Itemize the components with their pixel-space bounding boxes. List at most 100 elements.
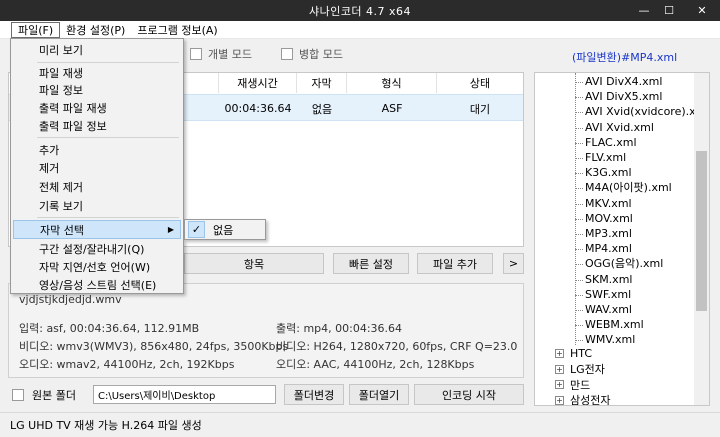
menu-bar: 파일(F) 환경 설정(P) 프로그램 정보(A) [0, 21, 720, 39]
tree-line [575, 142, 583, 144]
row-duration: 00:04:36.64 [224, 102, 292, 115]
menu-remove[interactable]: 제거 [13, 158, 181, 177]
tree-item[interactable]: FLAC.xml [585, 135, 637, 150]
menu-subtitle-select[interactable]: 자막 선택 ▶ [13, 220, 181, 239]
individual-mode-option[interactable]: 개별 모드 [190, 45, 252, 63]
tree-group[interactable]: + LG전자 [555, 362, 605, 377]
tree-item[interactable]: OGG(음악).xml [585, 256, 663, 271]
tree-item[interactable]: MOV.xml [585, 211, 633, 226]
menu-settings[interactable]: 환경 설정(P) [60, 22, 131, 38]
tree-item[interactable]: AVI DivX4.xml [585, 74, 662, 89]
tree-line [575, 325, 583, 327]
tree-item[interactable]: MP3.xml [585, 226, 632, 241]
tree-group[interactable]: + 삼성전자 [555, 393, 611, 406]
row-status: 대기 [469, 102, 491, 116]
tree-scrollbar[interactable] [694, 73, 709, 405]
menu-file[interactable]: 파일(F) [11, 21, 61, 38]
maximize-button[interactable]: ☐ [657, 0, 681, 21]
submenu-none[interactable]: 없음 [187, 221, 263, 238]
tree-item[interactable]: AVI DivX5.xml [585, 89, 662, 104]
info-video-out: 비디오: H264, 1280x720, 60fps, CRF Q=23.0 [276, 340, 518, 353]
menu-add[interactable]: 추가 [13, 140, 181, 159]
tree-item[interactable]: WAV.xml [585, 302, 632, 317]
tree-line [575, 97, 583, 99]
menu-stream-select[interactable]: 영상/음성 스트림 선택(E) [13, 275, 181, 294]
tree-line [575, 188, 583, 190]
title-bar: 샤나인코더 4.7 x64 — ☐ ✕ [0, 0, 720, 21]
tree-line [575, 158, 583, 159]
output-path-field[interactable]: C:\Users\제이비\Desktop [93, 385, 276, 404]
individual-mode-checkbox[interactable] [190, 48, 202, 60]
submenu-arrow-icon: ▶ [167, 225, 174, 234]
column-header-format[interactable]: 형식 [347, 73, 437, 93]
tree-item[interactable]: MP4.xml [585, 241, 632, 256]
expand-icon[interactable]: + [555, 395, 564, 405]
expand-icon[interactable]: + [555, 349, 564, 358]
expand-icon[interactable]: + [555, 364, 564, 374]
window-title: 샤나인코더 4.7 x64 [308, 4, 412, 18]
tree-group-label: 삼성전자 [570, 394, 611, 406]
menu-subtitle-delay[interactable]: 자막 지연/선호 언어(W) [13, 257, 181, 276]
tree-item[interactable]: FLV.xml [585, 150, 626, 165]
tree-item[interactable]: MKV.xml [585, 196, 632, 211]
start-encoding-button[interactable]: 인코딩 시작 [414, 384, 524, 405]
menu-play-output[interactable]: 출력 파일 재생 [13, 98, 181, 117]
tree-item[interactable]: AVI Xvid.xml [585, 120, 654, 135]
info-filename: vjdjstjkdjedjd.wmv [19, 293, 122, 306]
menu-file-info[interactable]: 파일 정보 [13, 80, 181, 99]
item-button[interactable]: 항목 [184, 253, 324, 274]
scrollbar-thumb[interactable] [696, 151, 707, 311]
info-video-in: 비디오: wmv3(WMV3), 856x480, 24fps, 3500Kbp… [19, 340, 289, 353]
merge-mode-option[interactable]: 병합 모드 [281, 45, 343, 63]
tree-line [575, 279, 583, 281]
tree-line [575, 82, 583, 83]
merge-mode-checkbox[interactable] [281, 48, 293, 60]
individual-mode-label: 개별 모드 [208, 48, 252, 61]
tree-item[interactable]: WEBM.xml [585, 317, 644, 332]
menu-history[interactable]: 기록 보기 [13, 196, 181, 215]
source-folder-checkbox[interactable] [12, 389, 24, 401]
tree-item[interactable]: M4A(아이팟).xml [585, 180, 672, 195]
menu-output-info[interactable]: 출력 파일 정보 [13, 116, 181, 135]
column-header-status[interactable]: 상태 [437, 73, 523, 93]
tree-line [575, 173, 583, 175]
menu-preview[interactable]: 미리 보기 [13, 40, 181, 59]
tree-item[interactable]: K3G.xml [585, 165, 632, 180]
tree-line [575, 234, 583, 235]
more-button[interactable]: > [503, 253, 524, 274]
column-header-duration[interactable]: 재생시간 [219, 73, 297, 93]
menu-remove-all[interactable]: 전체 제거 [13, 177, 181, 196]
info-output: 출력: mp4, 00:04:36.64 [276, 322, 403, 335]
tree-line [575, 73, 576, 345]
source-folder-label: 원본 폴더 [32, 389, 76, 402]
source-folder-option[interactable]: 원본 폴더 [12, 385, 76, 405]
tree-line [575, 294, 583, 296]
tree-line [575, 310, 583, 311]
file-info-panel: vjdjstjkdjedjd.wmv 입력: asf, 00:04:36.64,… [8, 283, 524, 378]
info-audio-in: 오디오: wmav2, 44100Hz, 2ch, 192Kbps [19, 358, 235, 371]
menu-about[interactable]: 프로그램 정보(A) [131, 22, 223, 38]
menu-separator [37, 217, 179, 218]
minimize-button[interactable]: — [632, 0, 656, 21]
tree-item[interactable]: SKM.xml [585, 272, 632, 287]
menu-separator [37, 137, 179, 138]
tree-item[interactable]: WMV.xml [585, 332, 635, 347]
tree-line [575, 127, 583, 129]
menu-trim[interactable]: 구간 설정/잘라내기(Q) [13, 239, 181, 258]
row-subtitle: 없음 [311, 102, 333, 116]
tree-item[interactable]: AVI Xvid(xvidcore).xml [585, 104, 709, 119]
menu-subtitle-select-label: 자막 선택 [40, 223, 84, 237]
tree-group[interactable]: + HTC [555, 346, 592, 361]
add-file-button[interactable]: 파일 추가 [417, 253, 493, 274]
tree-item[interactable]: SWF.xml [585, 287, 631, 302]
expand-icon[interactable]: + [555, 380, 564, 389]
preset-tree[interactable]: AVI DivX4.xml AVI DivX5.xml AVI Xvid(xvidc… [534, 72, 710, 406]
status-bar: LG UHD TV 재생 가능 H.264 파일 생성 [0, 412, 720, 437]
column-header-subtitle[interactable]: 자막 [297, 73, 347, 93]
quick-settings-button[interactable]: 빠른 설정 [333, 253, 409, 274]
tree-group[interactable]: + 만드 [555, 377, 590, 392]
open-folder-button[interactable]: 폴더열기 [349, 384, 409, 405]
tree-group-label: HTC [570, 347, 593, 360]
close-button[interactable]: ✕ [684, 0, 720, 21]
change-folder-button[interactable]: 폴더변경 [284, 384, 344, 405]
